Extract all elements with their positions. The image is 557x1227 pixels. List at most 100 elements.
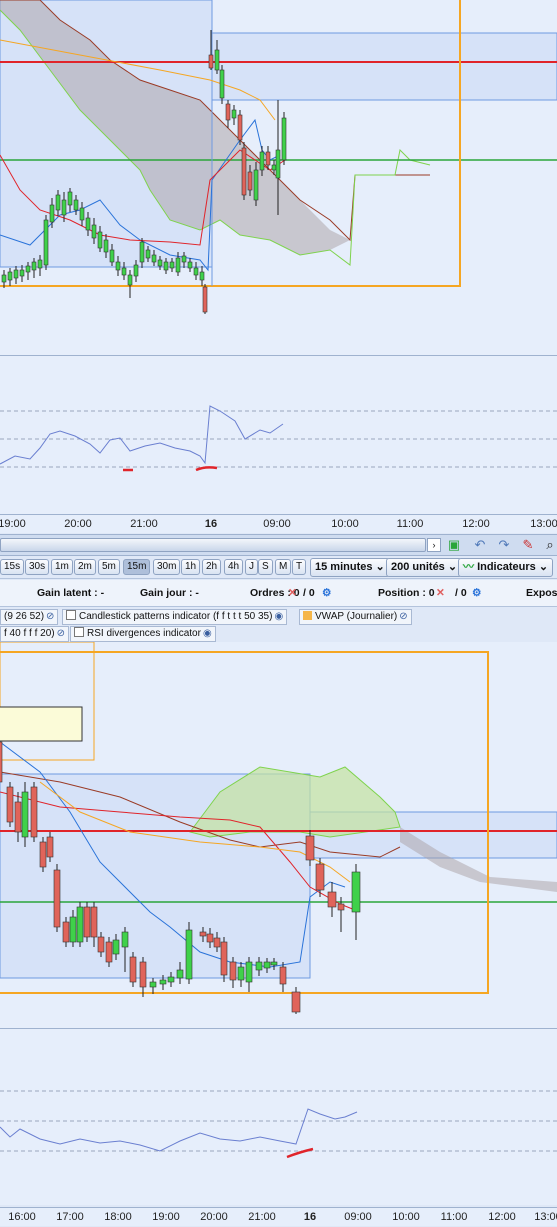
timeframe-button-2m[interactable]: 2m [74,559,96,575]
candle-body [187,261,193,269]
candle-body [253,169,259,201]
candle-body [151,254,157,263]
time-tick-label: 18:00 [104,1211,132,1223]
candle-body [127,274,133,286]
candle-body [231,109,237,119]
candle-body [31,261,37,271]
zone-box [211,32,557,101]
eye-hidden-icon[interactable]: ⊘ [46,611,54,622]
vwap-tag[interactable]: VWAP (Journalier) ⊘ [299,609,412,625]
ichimoku-tag[interactable]: (9 26 52) ⊘ [0,609,59,625]
cancel-orders-icon[interactable]: ✕ [288,587,297,599]
eye-hidden-icon[interactable]: ⊘ [399,611,407,622]
timeframe-button-1h[interactable]: 1h [181,559,201,575]
time-tick-label: 13:00 [530,518,557,530]
scrollbar-track[interactable] [0,538,426,552]
rsi-divergence-tag[interactable]: RSI divergences indicator ◉ [70,626,216,642]
candle-body [0,741,3,783]
rsi-tag[interactable]: f 40 f f f 20) ⊘ [0,626,69,642]
eye-hidden-icon[interactable]: ⊘ [57,628,65,639]
bottom-price-chart[interactable] [0,642,557,1028]
timeframe-button-1m[interactable]: 1m [51,559,73,575]
timeframe-button-T[interactable]: T [292,559,307,575]
checkbox[interactable] [74,627,84,637]
exposure-label: Expos [526,587,557,599]
eye-icon[interactable]: ◉ [203,628,212,639]
bottom-rsi-panel[interactable] [0,1029,557,1205]
redo-icon[interactable]: ↷ [496,537,512,553]
candle-body [327,891,337,908]
candle-body [275,149,281,179]
candle-body [21,791,29,838]
timeframe-button-J[interactable]: J [245,559,258,575]
candle-body [157,259,163,267]
timeframe-toolbar: 15 minutes ⌄ 200 unités ⌄ 〰 Indicateurs … [0,556,557,579]
candle-body [263,961,271,969]
candle-body [281,117,287,161]
timeframe-button-15s[interactable]: 15s [0,559,25,575]
timeframe-button-30m[interactable]: 30m [153,559,181,575]
time-tick-label: 10:00 [392,1211,420,1223]
bottom-rsi-canvas [0,1090,557,1159]
candle-body [270,961,278,966]
rsi-line [0,405,284,465]
scroll-right-arrow[interactable]: › [427,538,441,552]
candle-body [97,936,105,953]
candle-body [112,939,120,955]
top-price-chart[interactable] [0,0,557,355]
candle-body [61,199,67,216]
bottom-time-axis: 16:00 17:00 18:00 19:00 20:00 21:00 16 09:00 10:… [0,1207,557,1226]
candle-body [193,267,199,276]
candle-body [13,269,19,279]
candle-body [245,961,253,983]
timeframe-button-M[interactable]: M [275,559,292,575]
top-price-canvas [0,0,557,314]
candle-body [219,69,225,99]
time-tick-label: 19:00 [152,1211,180,1223]
time-tick-label: 12:00 [462,518,490,530]
divergence-mark [195,466,218,472]
time-tick-label: 21:00 [248,1211,276,1223]
timeframe-button-S[interactable]: S [258,559,273,575]
interval-select-value: 15 minutes [315,561,373,573]
rsi-divergence-label: RSI divergences indicator [87,628,201,639]
candle-body [351,871,361,913]
timeframe-button-15m[interactable]: 15m [123,559,151,575]
horizontal-scrollbar[interactable]: › ▣ ↶ ↷ ✎ ⌕ [0,534,557,556]
timeframe-button-4h[interactable]: 4h [224,559,244,575]
timeframe-button-5m[interactable]: 5m [98,559,120,575]
orders-settings-icon[interactable]: ⚙ [322,587,331,599]
time-tick-label: 21:00 [130,518,158,530]
candle-body [121,267,127,276]
chart-settings-icon[interactable]: ▣ [446,537,462,553]
candlestick-label: Candlestick patterns indicator (f f t t … [79,611,273,622]
candle-body [206,933,214,943]
candle-body [145,249,151,259]
checkbox[interactable] [66,610,76,620]
timeframe-button-2h[interactable]: 2h [202,559,222,575]
units-select[interactable]: 200 unités ⌄ [386,558,463,577]
draw-tools-icon[interactable]: ✎ [520,537,536,553]
time-tick-label: 20:00 [200,1211,228,1223]
candle-body [73,199,79,211]
candle-body [149,981,157,988]
eye-icon[interactable]: ◉ [274,611,283,622]
candle-body [247,171,253,191]
rsi-params: f 40 f f f 20) [4,628,55,639]
position-settings-icon[interactable]: ⚙ [472,587,481,599]
close-position-icon[interactable]: ✕ [436,587,445,599]
zoom-icon[interactable]: ⌕ [542,537,557,553]
candle-body [202,286,208,313]
rsi-line [0,1108,358,1152]
interval-select[interactable]: 15 minutes ⌄ [310,558,390,577]
top-rsi-panel[interactable] [0,356,557,514]
candle-body [1,274,7,283]
undo-icon[interactable]: ↶ [472,537,488,553]
candle-body [259,151,265,171]
zone-box [0,642,95,761]
candle-body [213,937,221,948]
indicators-button[interactable]: 〰 Indicateurs ⌄ [458,558,554,577]
candle-body [225,103,231,121]
candlestick-tag[interactable]: Candlestick patterns indicator (f f t t … [62,609,288,625]
timeframe-button-30s[interactable]: 30s [25,559,50,575]
